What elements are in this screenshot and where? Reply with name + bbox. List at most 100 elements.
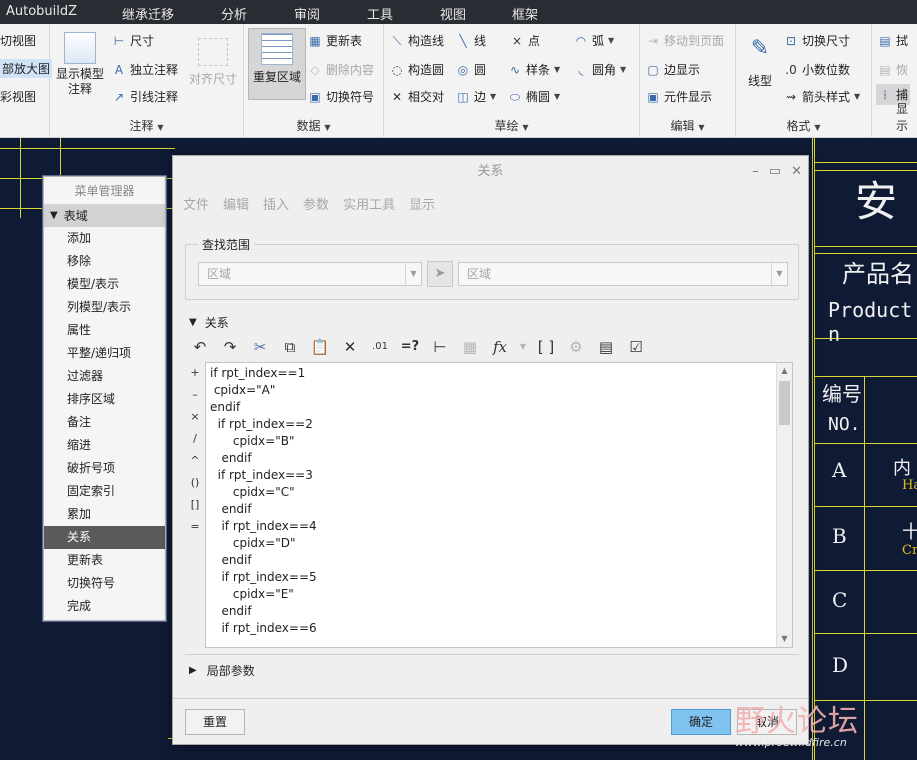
operator-parentheses[interactable]: () xyxy=(187,472,203,494)
intersect-button[interactable]: ✕ 相交对 xyxy=(390,88,444,105)
menu-item-dash-item[interactable]: 破折号项 xyxy=(44,457,165,480)
brackets-icon[interactable]: [ ] xyxy=(533,335,559,359)
unit-icon[interactable]: ⊢ xyxy=(427,335,453,359)
spline-button[interactable]: ∿ 样条 ▼ xyxy=(508,61,560,78)
arrow-style-button[interactable]: ⇝ 箭头样式 ▼ xyxy=(784,88,860,105)
switch-symbol-button[interactable]: ▣ 切换符号 xyxy=(308,88,374,105)
group-label-edit[interactable]: 编辑 ▼ xyxy=(640,117,735,134)
update-table-button[interactable]: ▦ 更新表 xyxy=(308,32,362,49)
display-item-2[interactable]: ▤ 恢 xyxy=(878,61,908,78)
menu-item-done[interactable]: 完成 xyxy=(44,595,165,618)
group-label-annotation[interactable]: 注释 ▼ xyxy=(50,117,243,134)
component-display-button[interactable]: ▣ 元件显示 xyxy=(646,88,712,105)
delete-content-button[interactable]: ◇ 删除内容 xyxy=(308,61,374,78)
move-to-page-button[interactable]: ⇥ 移动到页面 xyxy=(646,32,724,49)
tab-review[interactable]: 审阅 xyxy=(294,4,320,23)
operator-power[interactable]: ^ xyxy=(187,450,203,472)
standalone-annot-button[interactable]: A 独立注释 xyxy=(112,61,178,78)
copy-icon[interactable]: ⧉ xyxy=(277,335,303,359)
show-model-annot-button[interactable]: 显示模型注释 xyxy=(56,32,104,97)
operator-equals[interactable]: = xyxy=(187,516,203,538)
menu-item-switch-symbol[interactable]: 切换符号 xyxy=(44,572,165,595)
function-icon[interactable]: fx xyxy=(487,335,513,359)
operator-plus[interactable]: + xyxy=(187,362,203,384)
operator-divide[interactable]: / xyxy=(187,428,203,450)
ok-button[interactable]: 确定 xyxy=(671,709,731,735)
verify-icon[interactable]: ☑ xyxy=(623,335,649,359)
menu-item-update-table[interactable]: 更新表 xyxy=(44,549,165,572)
decimal-places-button[interactable]: .0 小数位数 xyxy=(784,61,850,78)
operator-brackets[interactable]: [] xyxy=(187,494,203,516)
relations-editor[interactable]: if rpt_index==1 cpidx="A" endif if rpt_i… xyxy=(205,362,793,648)
paste-icon[interactable]: 📋 xyxy=(307,335,333,359)
align-dimension-button[interactable]: 对齐尺寸 xyxy=(186,38,240,87)
display-item-1[interactable]: ▤ 拭 xyxy=(878,32,908,49)
construct-line-button[interactable]: ⟍ 构造线 xyxy=(390,32,444,49)
menu-item-filters[interactable]: 过滤器 xyxy=(44,365,165,388)
menu-manager-header[interactable]: ▼ 表域 xyxy=(44,205,165,227)
menu-item-relations[interactable]: 关系 xyxy=(44,526,165,549)
menu-item-attributes[interactable]: 属性 xyxy=(44,319,165,342)
verify-equal-icon[interactable]: =? xyxy=(397,335,423,359)
leader-annot-button[interactable]: ↗ 引线注释 xyxy=(112,88,178,105)
scope-object-select[interactable]: 区域 ▼ xyxy=(458,262,788,286)
operator-multiply[interactable]: × xyxy=(187,406,203,428)
dialog-menu-utilities[interactable]: 实用工具 xyxy=(343,194,395,213)
construct-circle-button[interactable]: ◌ 构造圆 xyxy=(390,61,444,78)
dialog-menu-insert[interactable]: 插入 xyxy=(263,194,289,213)
ellipse-button[interactable]: ⬭ 椭圆 ▼ xyxy=(508,88,560,105)
decimal-format-icon[interactable]: .01 xyxy=(367,335,393,359)
scroll-up-icon[interactable]: ▲ xyxy=(777,363,792,379)
tab-inherit-migrate[interactable]: 继承迁移 xyxy=(122,4,174,23)
view-item-3[interactable]: 彩视图 xyxy=(0,88,36,105)
arc-button[interactable]: ◠ 弧 ▼ xyxy=(574,32,614,49)
fillet-button[interactable]: ◟ 圆角 ▼ xyxy=(574,61,627,78)
group-label-data[interactable]: 数据 ▼ xyxy=(244,117,383,134)
menu-item-column-model-rep[interactable]: 列模型/表示 xyxy=(44,296,165,319)
select-pointer-button[interactable]: ➤ xyxy=(427,261,453,287)
undo-icon[interactable]: ↶ xyxy=(187,335,213,359)
redo-icon[interactable]: ↷ xyxy=(217,335,243,359)
view-item-detail[interactable]: 部放大图 xyxy=(0,59,53,78)
tab-view[interactable]: 视图 xyxy=(440,4,466,23)
tab-analysis[interactable]: 分析 xyxy=(221,4,247,23)
minimize-icon[interactable]: – xyxy=(752,156,759,188)
chart-icon[interactable]: ▦ xyxy=(457,335,483,359)
scroll-down-icon[interactable]: ▼ xyxy=(777,631,792,647)
circle-button[interactable]: ◎ 圆 xyxy=(456,61,486,78)
point-button[interactable]: × 点 xyxy=(510,32,540,49)
menu-item-summation[interactable]: 累加 xyxy=(44,503,165,526)
scroll-thumb[interactable] xyxy=(779,381,790,425)
group-label-sketch[interactable]: 草绘 ▼ xyxy=(384,117,639,134)
menu-item-remove[interactable]: 移除 xyxy=(44,250,165,273)
dimension-button[interactable]: ⊢ 尺寸 xyxy=(112,32,154,49)
reset-button[interactable]: 重置 xyxy=(185,709,245,735)
dialog-title-bar[interactable]: 关系 – ▭ ✕ xyxy=(173,156,808,188)
close-icon[interactable]: ✕ xyxy=(791,156,802,188)
dialog-menu-edit[interactable]: 编辑 xyxy=(223,194,249,213)
chevron-down-icon[interactable]: ▼ xyxy=(517,335,529,359)
switch-dimension-button[interactable]: ⊡ 切换尺寸 xyxy=(784,32,850,49)
group-label-display[interactable]: 显示 xyxy=(872,100,917,134)
menu-item-flat-recursive[interactable]: 平整/递归项 xyxy=(44,342,165,365)
sort-relations-icon[interactable]: ▤ xyxy=(593,335,619,359)
local-params-section-header[interactable]: ▶ 局部参数 xyxy=(189,662,255,679)
repeat-region-button[interactable]: 重复区域 xyxy=(248,28,306,100)
cut-icon[interactable]: ✂ xyxy=(247,335,273,359)
edge-button[interactable]: ◫ 边 ▼ xyxy=(456,88,496,105)
app-name[interactable]: AutobuildZ xyxy=(6,4,77,19)
menu-item-notes[interactable]: 备注 xyxy=(44,411,165,434)
group-label-format[interactable]: 格式 ▼ xyxy=(736,117,871,134)
scope-type-select[interactable]: 区域 ▼ xyxy=(198,262,422,286)
editor-scrollbar[interactable]: ▲ ▼ xyxy=(776,363,792,647)
tab-tools[interactable]: 工具 xyxy=(367,4,393,23)
evaluate-icon[interactable]: ⚙ xyxy=(563,335,589,359)
menu-item-add[interactable]: 添加 xyxy=(44,227,165,250)
relations-section-header[interactable]: ▼ 关系 xyxy=(189,314,229,331)
dialog-menu-file[interactable]: 文件 xyxy=(183,194,209,213)
menu-item-model-rep[interactable]: 模型/表示 xyxy=(44,273,165,296)
menu-item-sort-regions[interactable]: 排序区域 xyxy=(44,388,165,411)
tab-frame[interactable]: 框架 xyxy=(512,4,538,23)
view-item-1[interactable]: 切视图 xyxy=(0,32,36,49)
delete-icon[interactable]: ✕ xyxy=(337,335,363,359)
